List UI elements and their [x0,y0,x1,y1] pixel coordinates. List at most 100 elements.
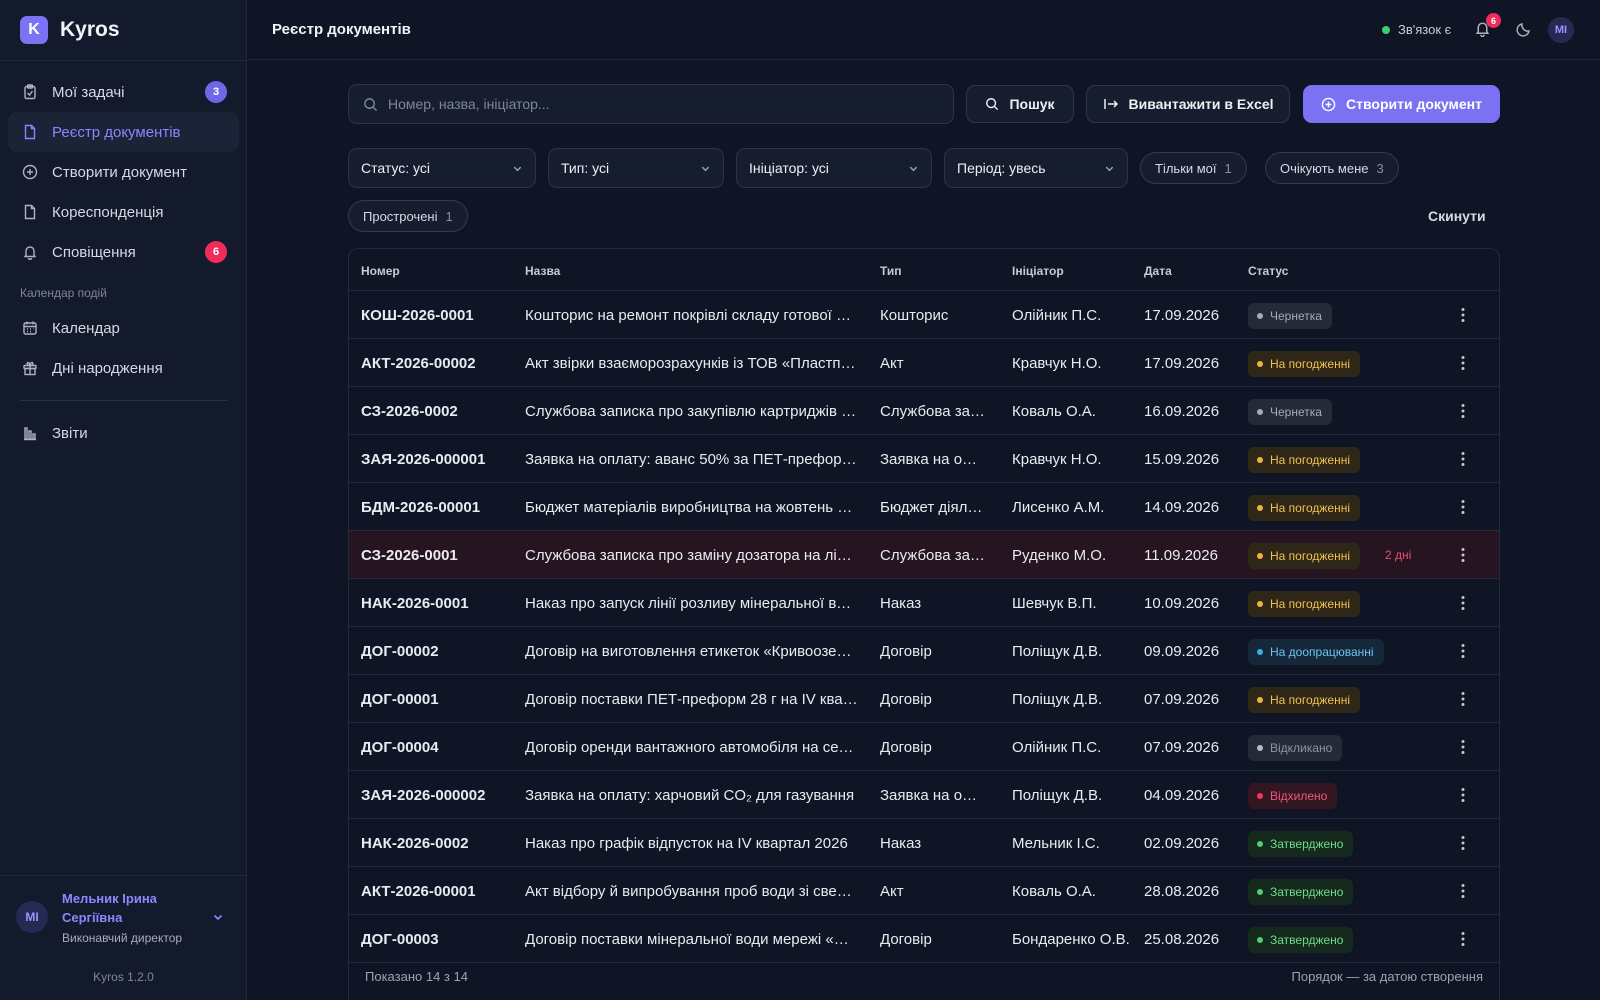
create-document-button[interactable]: Створити документ [1303,85,1500,123]
sidebar-item-correspondence[interactable]: Кореспонденція [8,192,239,232]
more-vertical-icon[interactable] [1451,639,1475,663]
status-label: Відкликано [1270,741,1333,755]
status-badge: На погодженні [1248,543,1360,569]
document-initiator: Шевчук В.П. [1012,595,1097,612]
document-initiator: Руденко М.О. [1012,547,1107,564]
more-vertical-icon[interactable] [1451,495,1475,519]
more-vertical-icon[interactable] [1451,351,1475,375]
moon-icon[interactable] [1516,21,1532,37]
sidebar-item-notifications[interactable]: Сповіщення 6 [8,232,239,272]
table-row[interactable]: ЗАЯ-2026-000001 Заявка на оплату: аванс 5… [349,435,1499,483]
sidebar-item-calendar[interactable]: Календар [8,308,239,348]
status-dot-icon [1382,25,1390,34]
table-row[interactable]: ДОГ-00002 Договір на виготовлення етикето… [349,627,1499,675]
more-vertical-icon[interactable] [1451,303,1475,327]
table-row[interactable]: ДОГ-00003 Договір поставки мінеральної во… [349,915,1499,963]
column-header-status[interactable]: Статус [1248,264,1288,278]
column-header-name[interactable]: Назва [525,264,560,278]
document-name: Службова записка про заміну дозатора на … [525,547,859,564]
document-number: НАК-2026-0002 [361,835,469,852]
export-button-label: Вивантажити в Excel [1128,96,1274,112]
more-vertical-icon[interactable] [1451,783,1475,807]
period-filter-select[interactable]: Період: увесь [944,148,1128,188]
search-icon [985,97,999,111]
document-type: Договір [880,739,932,756]
tasks-count-badge: 3 [205,81,227,103]
table-row[interactable]: НАК-2026-0002 Наказ про графік відпусток … [349,819,1499,867]
search-box [348,84,954,124]
document-name: Договір на виготовлення етикеток «Кривоо… [525,643,859,660]
document-initiator: Поліщук Д.В. [1012,787,1103,804]
document-name: Акт звірки взаєморозрахунків із ТОВ «Пла… [525,355,859,372]
status-label: Відхилено [1270,789,1328,803]
table-row[interactable]: АКТ-2026-00001 Акт відбору й випробування… [349,867,1499,915]
table-row[interactable]: БДМ-2026-00001 Бюджет матеріалів виробниц… [349,483,1499,531]
notifications-badge: 6 [1486,13,1501,28]
table-row[interactable]: КОШ-2026-0001 Кошторис на ремонт покрівлі… [349,291,1499,339]
table-row[interactable]: НАК-2026-0001 Наказ про запуск лінії розл… [349,579,1499,627]
table-row[interactable]: ДОГ-00004 Договір оренди вантажного автом… [349,723,1499,771]
column-header-number[interactable]: Номер [361,264,400,278]
filter-chip-awaiting-me[interactable]: Очікують мене 3 [1265,152,1399,184]
status-label: Чернетка [1270,405,1322,419]
sidebar-item-my-tasks[interactable]: Мої задачі 3 [8,72,239,112]
document-number: ЗАЯ-2026-000002 [361,787,486,804]
table-row[interactable]: СЗ-2026-0002 Службова записка про закупів… [349,387,1499,435]
more-vertical-icon[interactable] [1451,591,1475,615]
table-row[interactable]: АКТ-2026-00002 Акт звірки взаєморозрахунк… [349,339,1499,387]
chip-label: Прострочені [363,208,438,224]
document-date: 04.09.2026 [1144,787,1220,804]
status-filter-select[interactable]: Статус: усі [348,148,536,188]
column-header-type[interactable]: Тип [880,264,902,278]
filter-chip-overdue[interactable]: Прострочені 1 [348,200,468,232]
more-vertical-icon[interactable] [1451,735,1475,759]
table-row[interactable]: ДОГ-00001 Договір поставки ПЕТ-преформ 28… [349,675,1499,723]
more-vertical-icon[interactable] [1451,447,1475,471]
chip-count: 3 [1376,160,1384,176]
document-number: НАК-2026-0001 [361,595,469,612]
initiator-filter-select[interactable]: Ініціатор: усі [736,148,932,188]
avatar[interactable]: МІ [1548,17,1574,43]
more-vertical-icon[interactable] [1451,687,1475,711]
more-vertical-icon[interactable] [1451,399,1475,423]
document-type: Заявка на оплату [880,787,985,804]
more-vertical-icon[interactable] [1451,927,1475,951]
reset-filters-button[interactable]: Скинути [1428,208,1486,224]
column-header-initiator[interactable]: Ініціатор [1012,264,1064,278]
document-initiator: Олійник П.С. [1012,307,1102,324]
table-row[interactable]: СЗ-2026-0001 Службова записка про заміну … [349,531,1499,579]
sidebar-item-label: Створити документ [52,163,187,181]
brand[interactable]: K Kyros [20,16,120,44]
user-info: Мельник Ірина Сергіївна Виконавчий дирек… [62,889,182,945]
document-name: Наказ про графік відпусток на IV квартал… [525,835,848,852]
document-date: 09.09.2026 [1144,643,1220,660]
document-date: 17.09.2026 [1144,355,1220,372]
sidebar-divider [0,60,246,61]
status-label: На погодженні [1270,453,1350,467]
status-label: Затверджено [1270,885,1344,899]
search-button[interactable]: Пошук [966,85,1074,123]
more-vertical-icon[interactable] [1451,879,1475,903]
type-filter-select[interactable]: Тип: усі [548,148,724,188]
sidebar-item-document-registry[interactable]: Реєстр документів [8,112,239,152]
search-button-label: Пошук [1009,96,1055,112]
document-number: КОШ-2026-0001 [361,307,474,324]
sidebar-divider [20,400,227,401]
sidebar-item-reports[interactable]: Звіти [8,413,239,453]
avatar: МІ [16,901,48,933]
document-number: ДОГ-00002 [361,643,439,660]
search-input[interactable] [388,96,928,112]
sidebar-item-birthdays[interactable]: Дні народження [8,348,239,388]
user-profile-card[interactable]: МІ Мельник Ірина Сергіївна Виконавчий ди… [16,889,232,945]
column-header-date[interactable]: Дата [1144,264,1172,278]
chevron-down-icon[interactable] [212,911,224,923]
document-number: СЗ-2026-0002 [361,403,458,420]
more-vertical-icon[interactable] [1451,543,1475,567]
document-name: Договір оренди вантажного автомобіля на … [525,739,859,756]
status-label: На доопрацюванні [1270,645,1374,659]
more-vertical-icon[interactable] [1451,831,1475,855]
export-excel-button[interactable]: Вивантажити в Excel [1086,85,1290,123]
filter-chip-only-mine[interactable]: Тільки мої 1 [1140,152,1247,184]
sidebar-item-create-document[interactable]: Створити документ [8,152,239,192]
table-row[interactable]: ЗАЯ-2026-000002 Заявка на оплату: харчови… [349,771,1499,819]
